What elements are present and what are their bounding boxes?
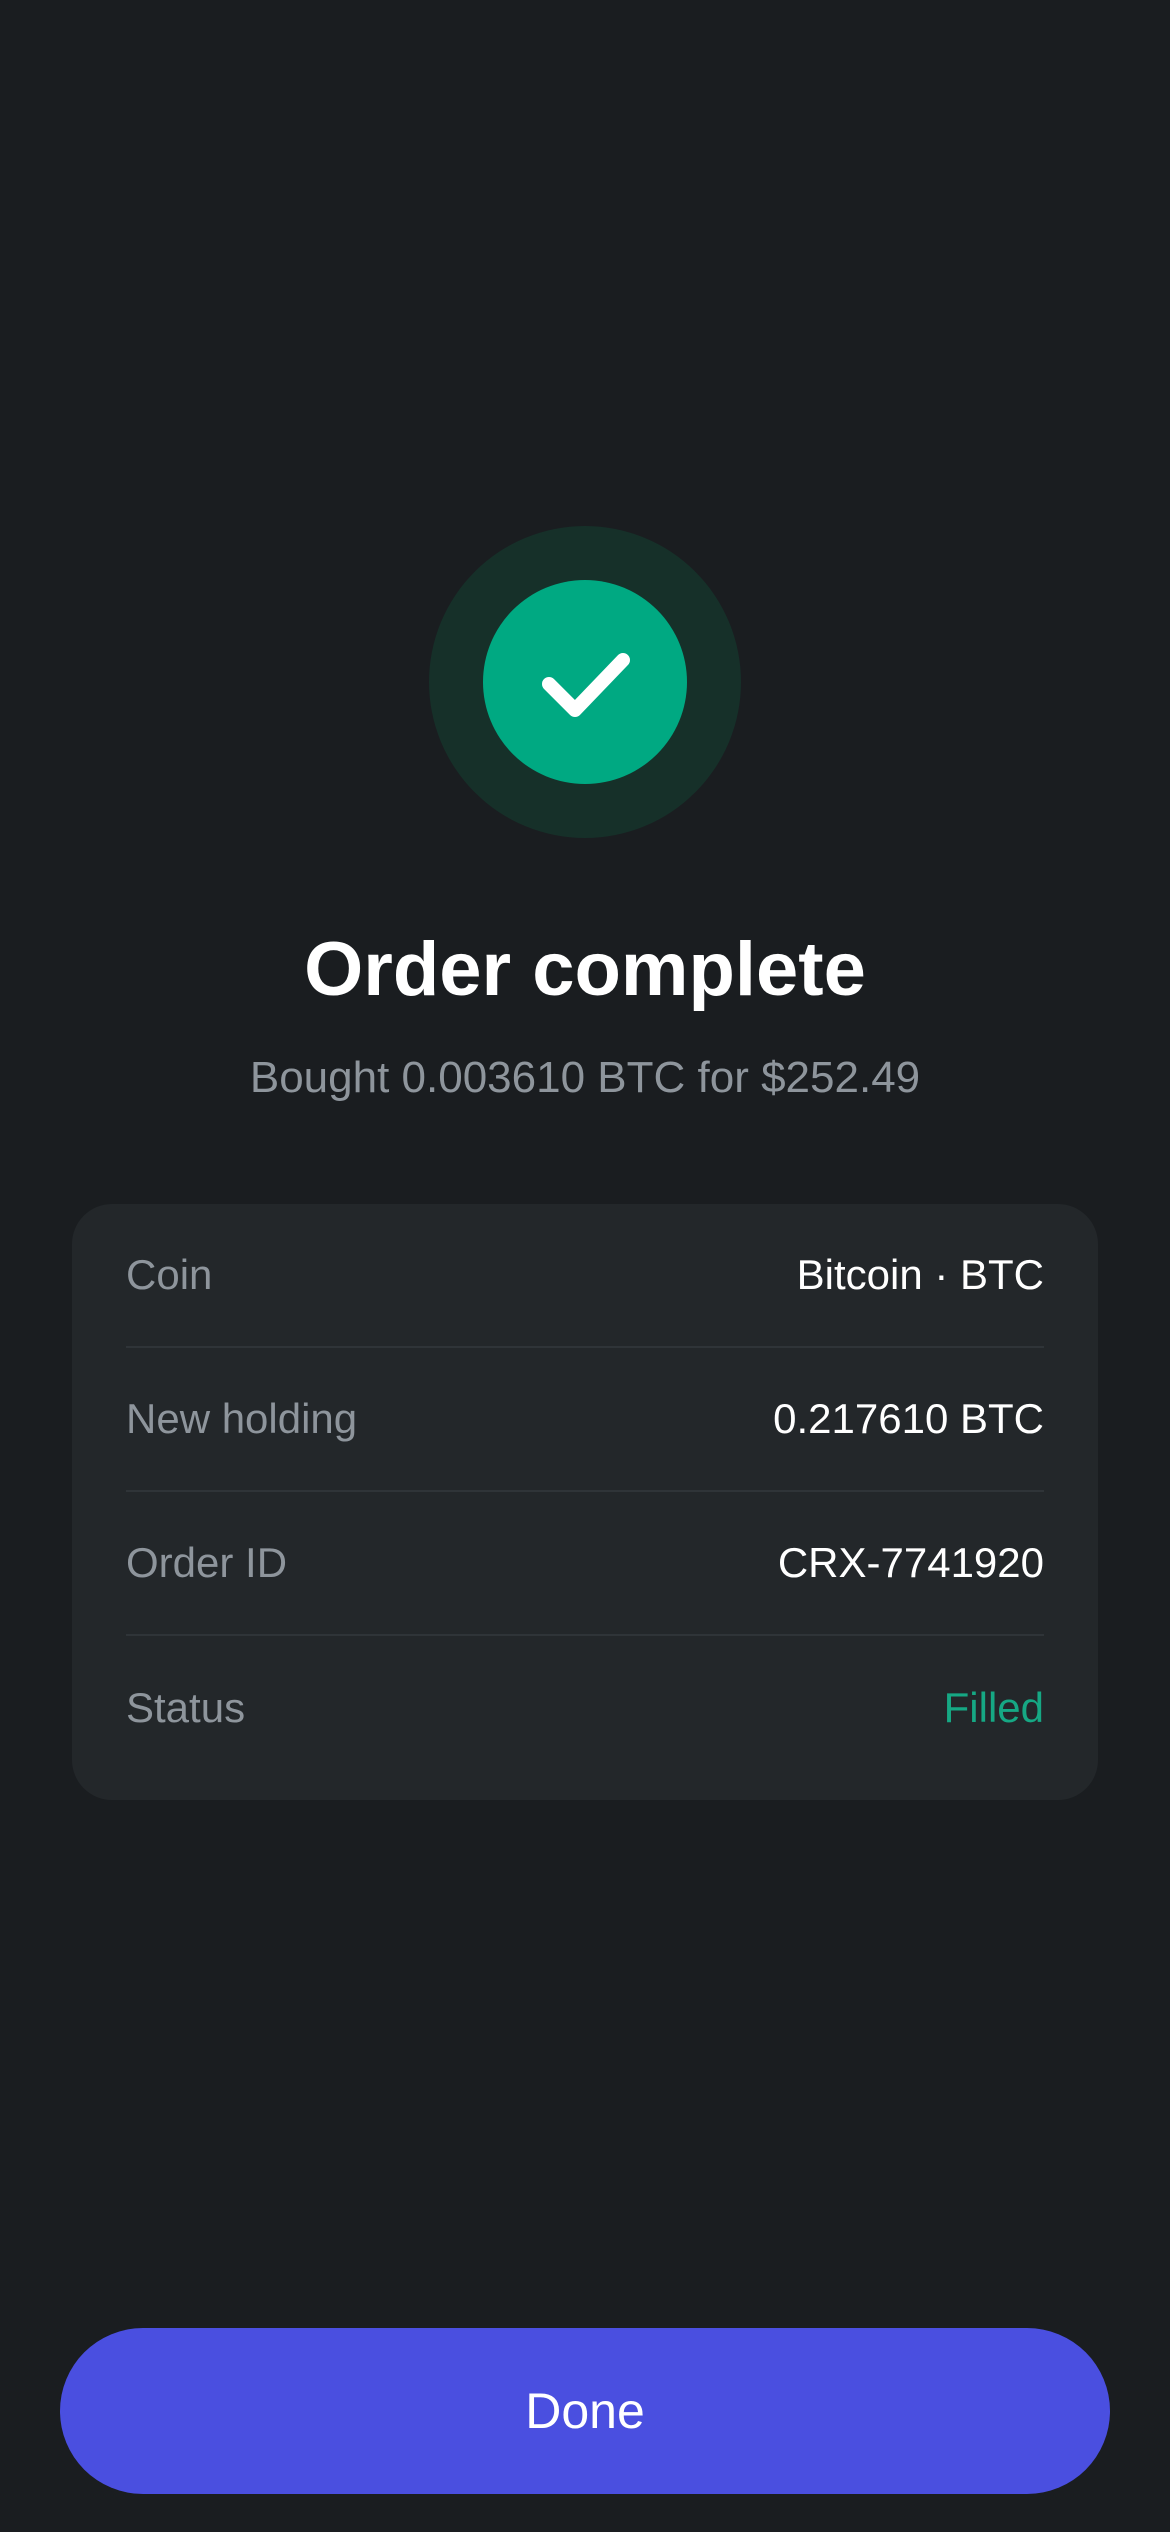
detail-value: Bitcoin · BTC <box>796 1251 1044 1298</box>
checkmark-icon <box>542 653 630 717</box>
done-button[interactable]: Done <box>60 2328 1110 2494</box>
status-badge: Filled <box>943 1684 1044 1731</box>
detail-value: CRX-7741920 <box>777 1539 1044 1586</box>
detail-row-coin: Coin Bitcoin · BTC <box>126 1204 1044 1348</box>
detail-row-new-holding: New holding 0.217610 BTC <box>126 1348 1044 1492</box>
detail-label: New holding <box>126 1395 358 1442</box>
order-summary-text: Bought 0.003610 BTC for $252.49 <box>249 1053 921 1102</box>
detail-label: Status <box>126 1684 246 1731</box>
success-icon-ring <box>429 526 741 838</box>
detail-row-status: Status Filled <box>126 1636 1044 1780</box>
page-title: Order complete <box>304 927 866 1012</box>
detail-label: Coin <box>126 1251 213 1298</box>
detail-label: Order ID <box>126 1539 288 1586</box>
success-icon-circle <box>483 580 687 784</box>
detail-row-order-id: Order ID CRX-7741920 <box>126 1492 1044 1636</box>
detail-value: 0.217610 BTC <box>773 1395 1044 1442</box>
order-details-card: Coin Bitcoin · BTC New holding 0.217610 … <box>72 1204 1098 1800</box>
